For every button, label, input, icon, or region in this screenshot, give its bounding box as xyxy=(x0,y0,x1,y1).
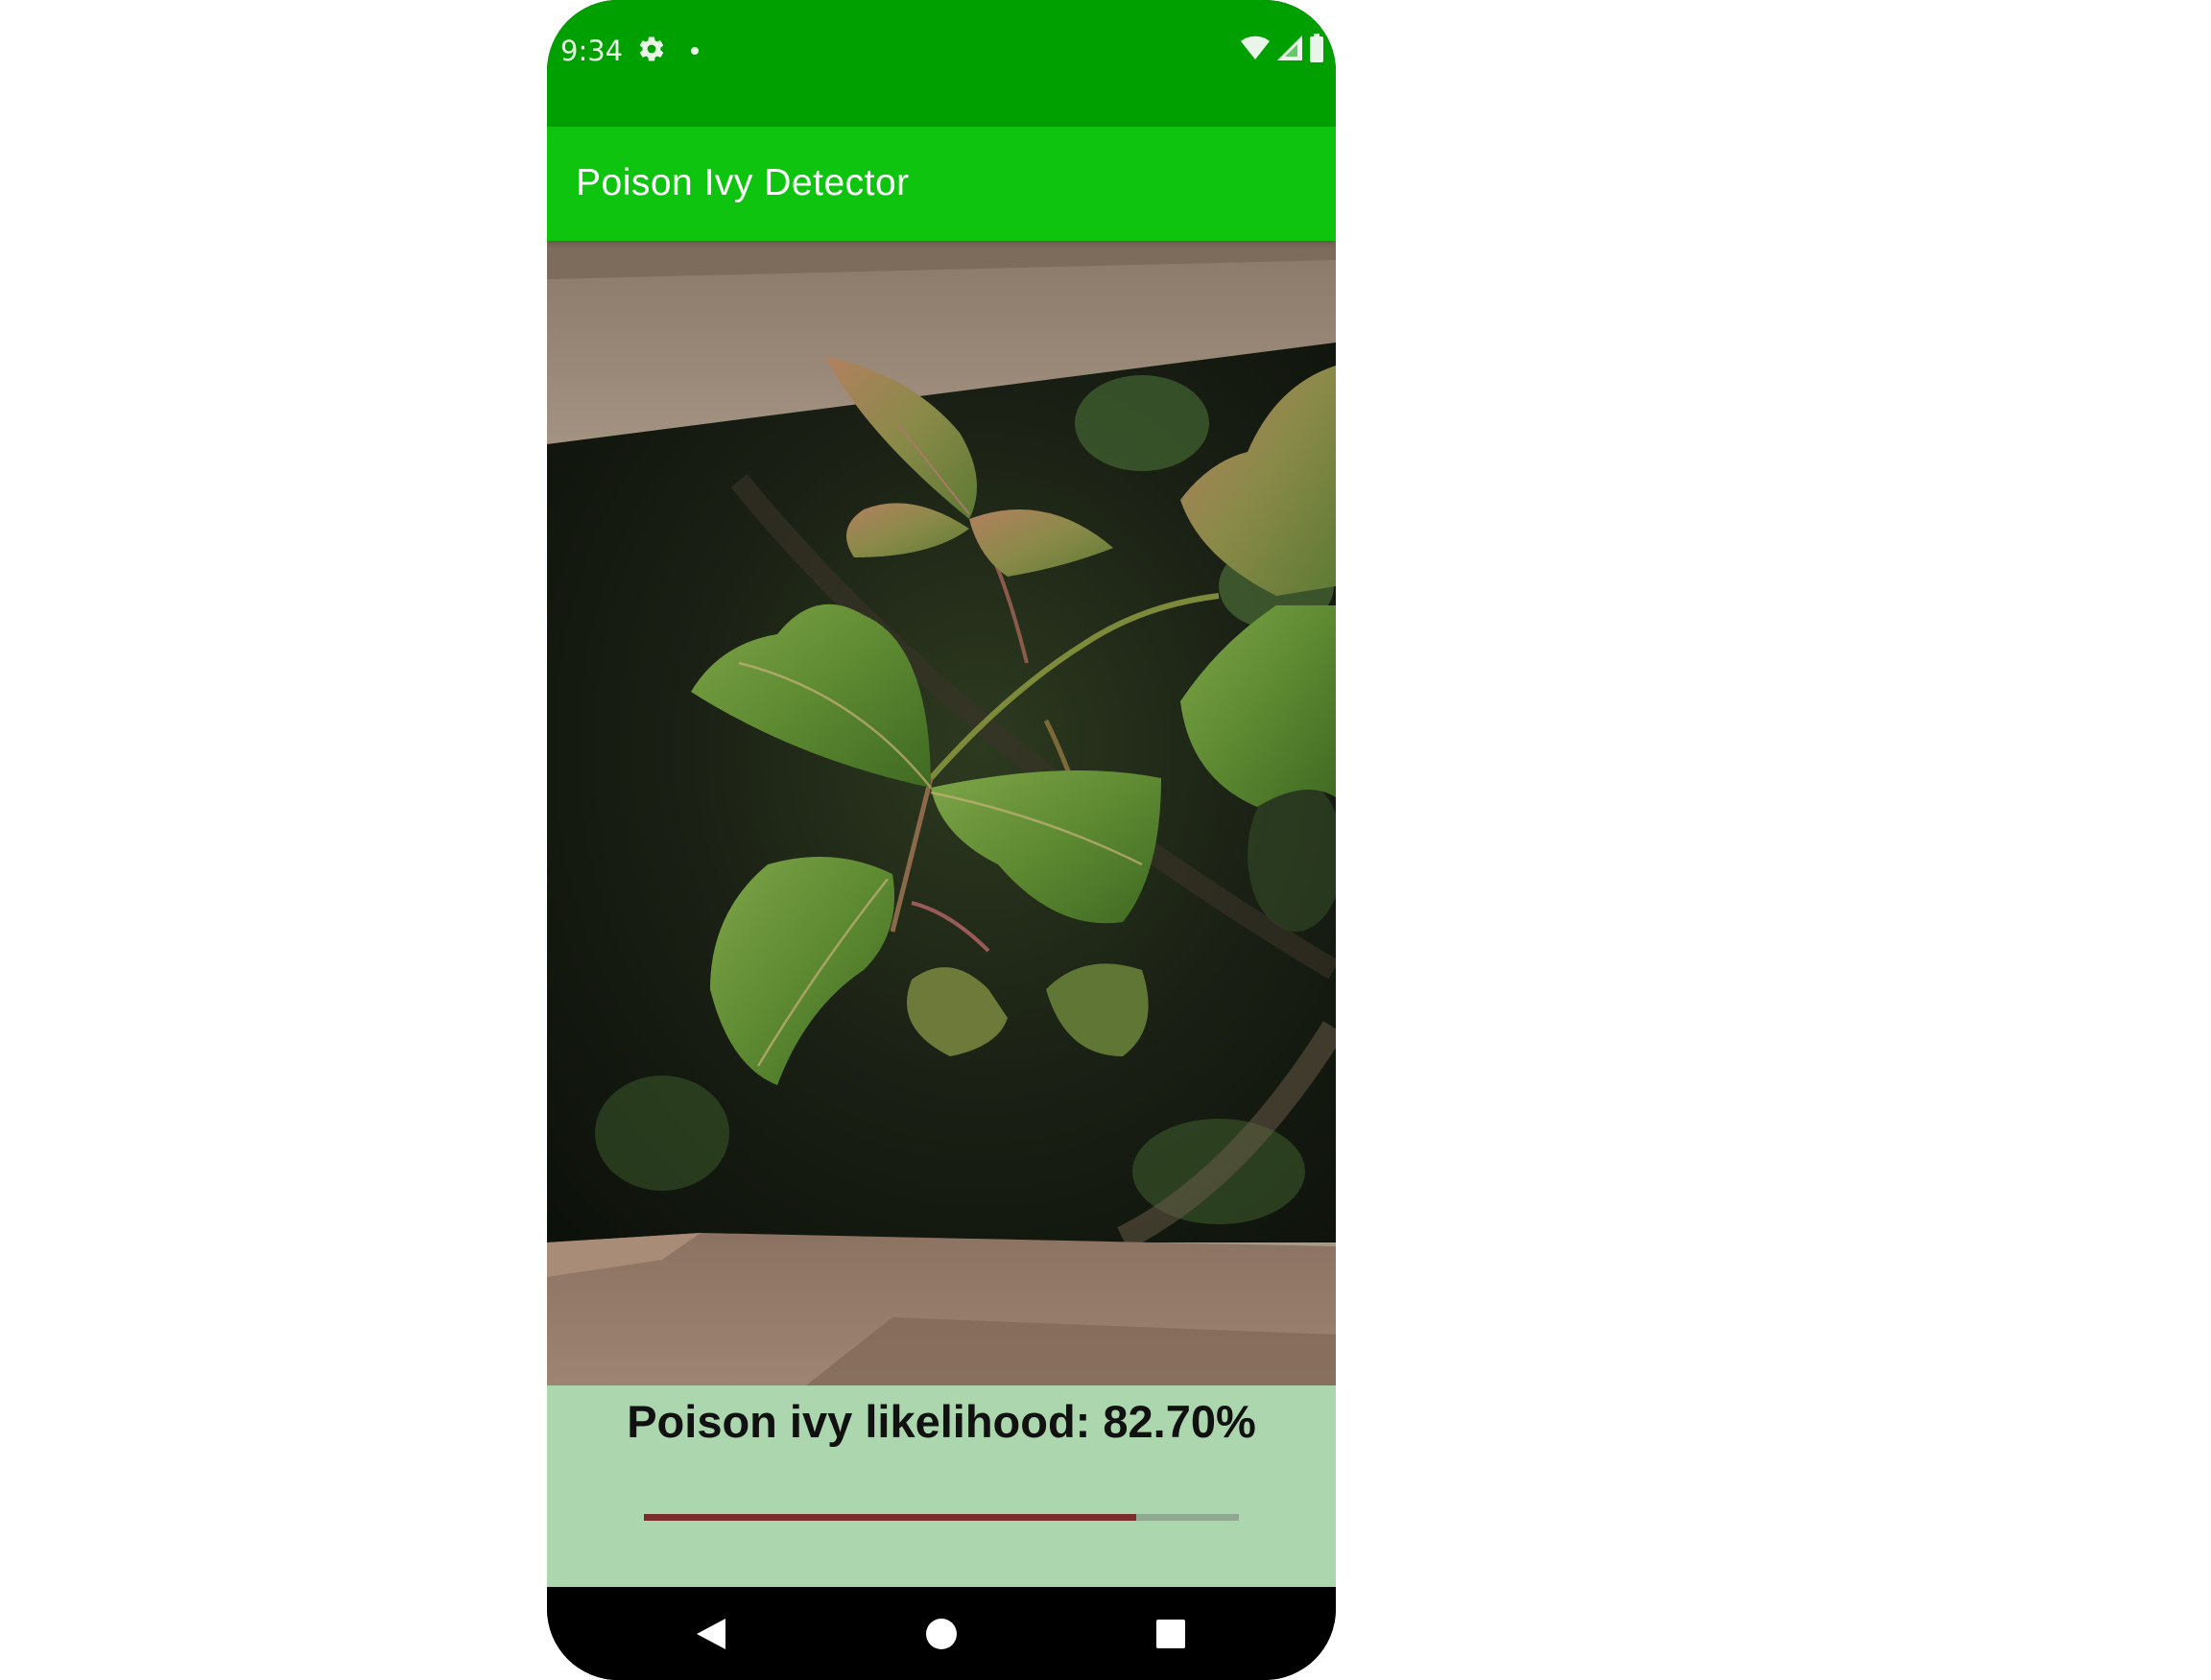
result-panel: Poison ivy likelihood: 82.70% xyxy=(547,1385,1336,1587)
gear-icon xyxy=(637,35,666,63)
plant-photo xyxy=(547,241,1336,1385)
status-time: 9:34 xyxy=(560,35,624,67)
notification-dot-icon xyxy=(691,47,699,55)
app-bar: Poison Ivy Detector xyxy=(547,127,1336,241)
recents-button[interactable] xyxy=(1147,1610,1195,1658)
wifi-icon xyxy=(1240,35,1271,66)
likelihood-progress-fill xyxy=(644,1514,1136,1521)
app-title: Poison Ivy Detector xyxy=(576,162,910,203)
likelihood-progress-bar xyxy=(644,1514,1239,1521)
back-button[interactable] xyxy=(687,1610,735,1658)
recents-icon xyxy=(1156,1620,1185,1648)
home-button[interactable] xyxy=(917,1610,965,1658)
status-bar: 9:34 xyxy=(547,0,1336,127)
battery-icon xyxy=(1309,33,1324,67)
likelihood-text: Poison ivy likelihood: 82.70% xyxy=(627,1396,1256,1447)
back-icon xyxy=(697,1619,725,1649)
cellular-signal-icon xyxy=(1276,35,1303,66)
status-icons xyxy=(1240,33,1324,67)
phone-frame: 9:34 Poison Ivy Detector Poison ivy like… xyxy=(547,0,1336,1680)
navigation-bar xyxy=(547,1587,1336,1680)
home-icon xyxy=(926,1619,957,1649)
